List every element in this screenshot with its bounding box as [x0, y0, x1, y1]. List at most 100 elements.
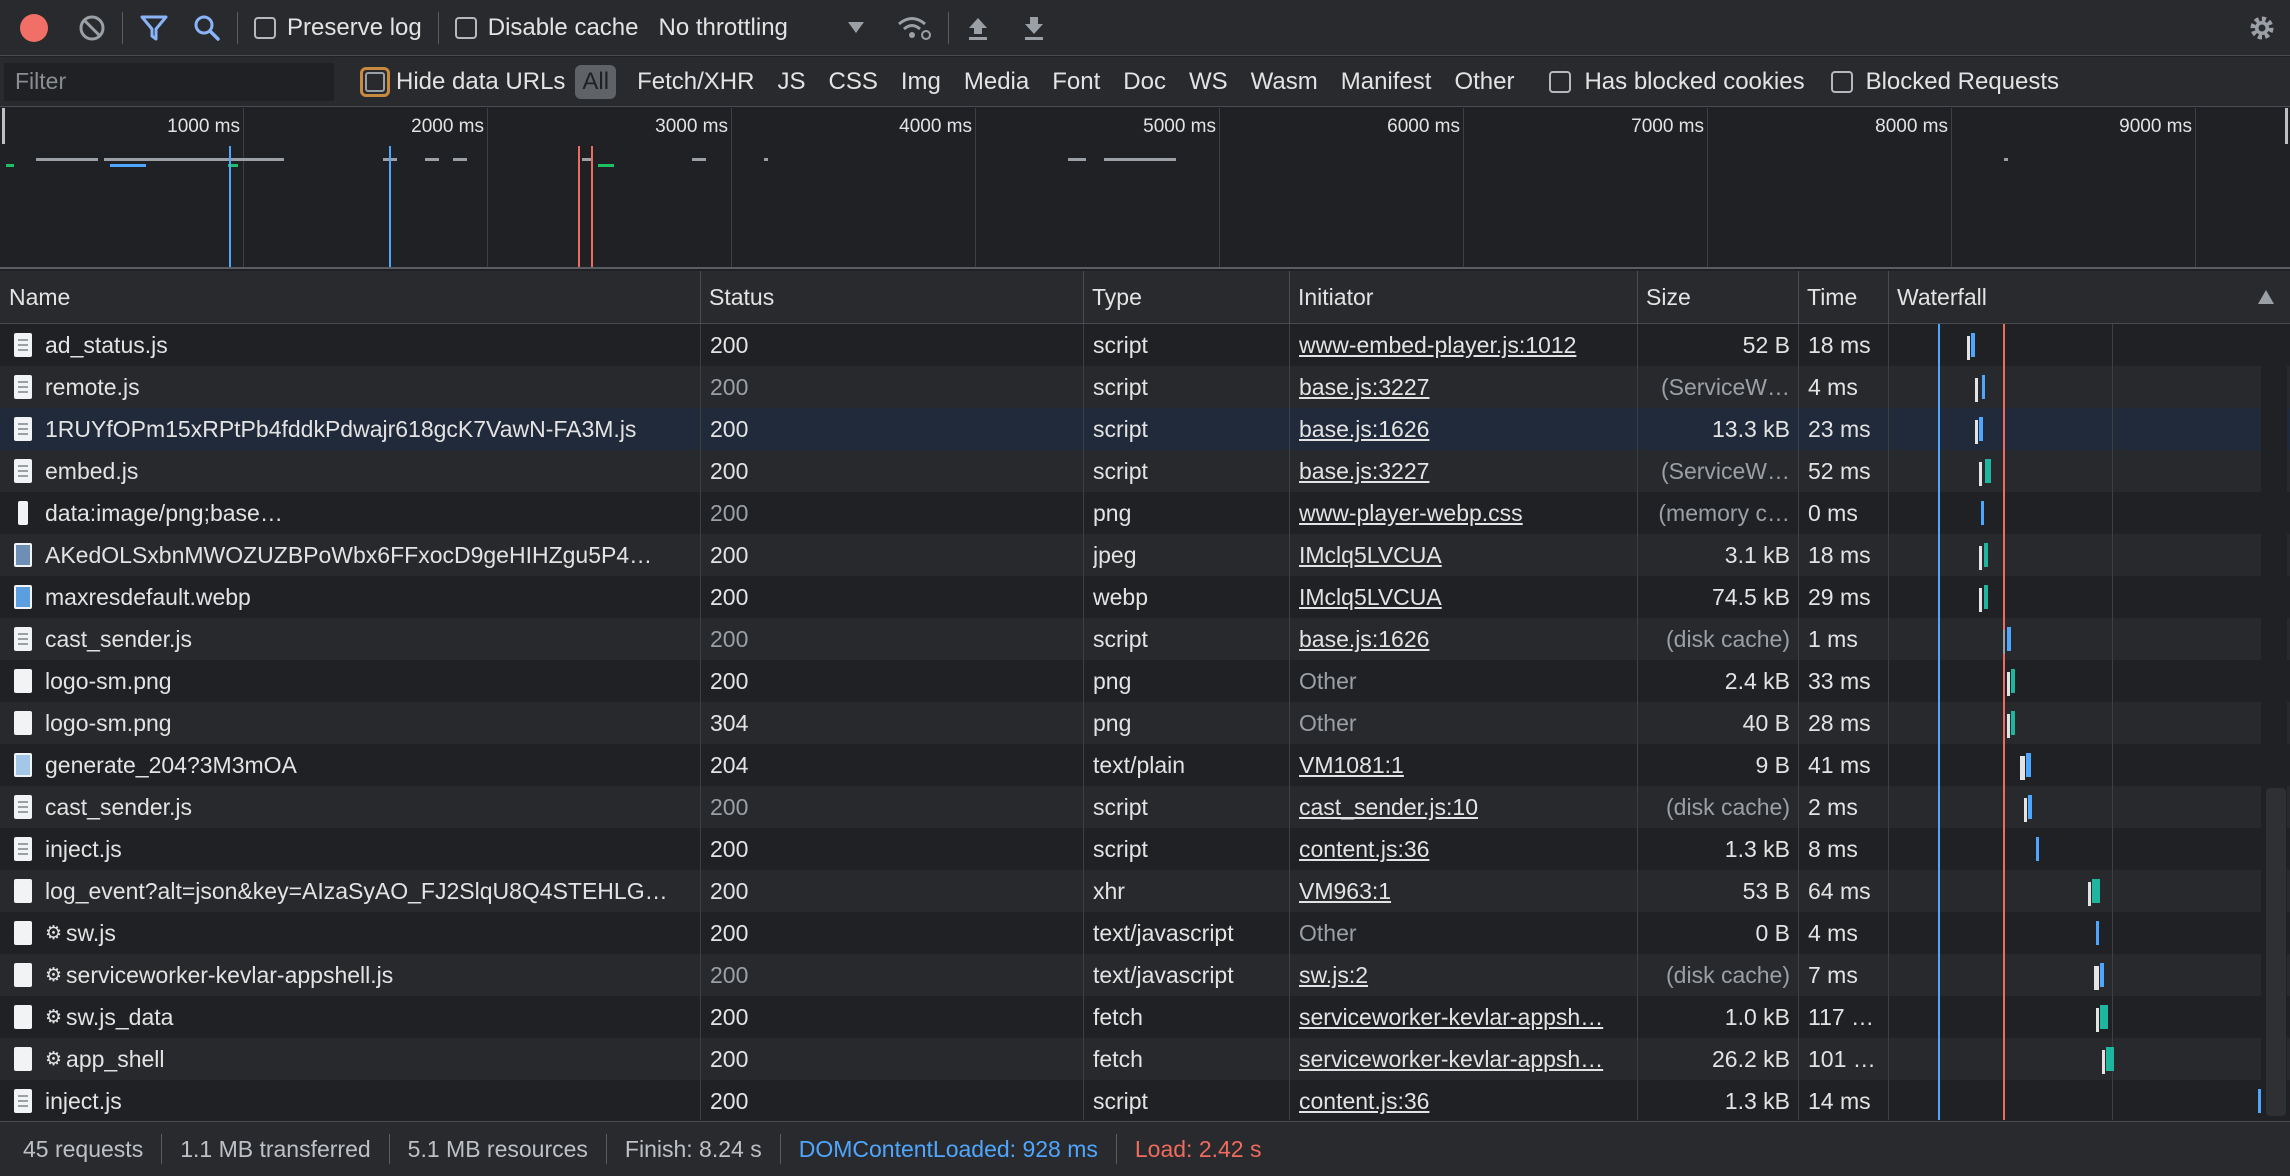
table-row[interactable]: maxresdefault.webp 200 webp IMclq5LVCUA … [0, 576, 2290, 618]
column-divider [1888, 324, 1889, 1120]
initiator-link[interactable]: www-embed-player.js:1012 [1299, 332, 1576, 359]
table-row[interactable]: AKedOLSxbnMWOZUZBPoWbx6FFxocD9geHIHZgu5P… [0, 534, 2290, 576]
table-row[interactable]: 1RUYfOPm15xRPtPb4fddkPdwajr618gcK7VawN-F… [0, 408, 2290, 450]
toolbar-divider [122, 11, 123, 44]
table-row[interactable]: cast_sender.js 200 script cast_sender.js… [0, 786, 2290, 828]
filter-icon[interactable] [139, 8, 169, 48]
type-filter-css[interactable]: CSS [821, 65, 884, 99]
initiator-link[interactable]: IMclq5LVCUA [1299, 584, 1442, 611]
overview-load-line [591, 146, 593, 267]
overview-range-handle[interactable] [2, 108, 5, 144]
filter-input[interactable] [4, 62, 334, 101]
record-icon[interactable] [20, 13, 48, 42]
gear-icon[interactable] [2246, 12, 2278, 49]
image-file-icon [14, 711, 32, 735]
transferred-size: 1.1 MB transferred [162, 1134, 390, 1164]
waterfall-dcl-line [1938, 324, 1940, 1120]
type-filter-wasm[interactable]: Wasm [1244, 65, 1325, 99]
request-name-cell: data:image/png;base… [14, 492, 690, 534]
request-type: text/javascript [1093, 961, 1234, 988]
initiator-link[interactable]: sw.js:2 [1299, 962, 1368, 989]
waterfall-bar [2096, 1008, 2099, 1032]
type-filter-img[interactable]: Img [894, 65, 948, 99]
table-row[interactable]: ⚙ sw.js 200 text/javascript Other 0 B 4 m… [0, 912, 2290, 954]
request-name: maxresdefault.webp [45, 583, 251, 610]
blocked-requests-checkbox[interactable]: Blocked Requests [1830, 68, 2059, 96]
disable-cache-box[interactable] [454, 16, 477, 39]
request-time: 41 ms [1808, 751, 1871, 778]
type-filter-all[interactable]: All [575, 64, 617, 99]
initiator-link[interactable]: base.js:3227 [1299, 458, 1429, 485]
timeline-overview[interactable]: 1000 ms 2000 ms 3000 ms 4000 ms 5000 ms … [0, 108, 2290, 269]
preserve-log-checkbox[interactable]: Preserve log [254, 14, 422, 42]
initiator-link[interactable]: content.js:36 [1299, 1088, 1429, 1115]
initiator-link[interactable]: www-player-webp.css [1299, 500, 1523, 527]
search-icon[interactable] [193, 8, 221, 48]
table-row[interactable]: ⚙ sw.js_data 200 fetch serviceworker-kevl… [0, 996, 2290, 1038]
table-row[interactable]: log_event?alt=json&key=AIzaSyAO_FJ2SlqU8… [0, 870, 2290, 912]
service-worker-gear-icon: ⚙ [45, 1006, 63, 1028]
column-header-name[interactable]: Name [0, 271, 700, 324]
table-row[interactable]: inject.js 200 script content.js:36 1.3 k… [0, 828, 2290, 870]
blocked-requests-box[interactable] [1830, 70, 1853, 93]
wifi-settings-icon[interactable] [896, 8, 932, 48]
download-icon[interactable] [1021, 8, 1047, 48]
column-header-size[interactable]: Size [1637, 271, 1798, 324]
overview-range-handle[interactable] [2285, 108, 2288, 144]
initiator-link[interactable]: base.js:1626 [1299, 626, 1429, 653]
initiator-link[interactable]: base.js:1626 [1299, 416, 1429, 443]
initiator-link[interactable]: serviceworker-kevlar-appsh… [1299, 1046, 1603, 1073]
table-row[interactable]: embed.js 200 script base.js:3227 (Servic… [0, 450, 2290, 492]
initiator-link[interactable]: content.js:36 [1299, 836, 1429, 863]
has-blocked-cookies-checkbox[interactable]: Has blocked cookies [1549, 68, 1805, 96]
table-row[interactable]: logo-sm.png 304 png Other 40 B 28 ms [0, 702, 2290, 744]
table-row[interactable]: remote.js 200 script base.js:3227 (Servi… [0, 366, 2290, 408]
hide-data-urls-box[interactable] [360, 66, 390, 97]
script-file-icon [14, 837, 32, 861]
request-time: 101 … [1808, 1045, 1876, 1072]
initiator-link[interactable]: cast_sender.js:10 [1299, 794, 1478, 821]
upload-icon[interactable] [965, 8, 991, 48]
type-filter-other[interactable]: Other [1447, 65, 1521, 99]
column-header-waterfall[interactable]: Waterfall [1888, 271, 2288, 324]
type-filter-font[interactable]: Font [1045, 65, 1107, 99]
type-filter-ws[interactable]: WS [1182, 65, 1235, 99]
column-header-initiator[interactable]: Initiator [1289, 271, 1637, 324]
table-row[interactable]: ad_status.js 200 script www-embed-player… [0, 324, 2290, 366]
table-row[interactable]: data:image/png;base… 200 png www-player-… [0, 492, 2290, 534]
table-row[interactable]: cast_sender.js 200 script base.js:1626 (… [0, 618, 2290, 660]
initiator-link[interactable]: VM1081:1 [1299, 752, 1404, 779]
initiator-link[interactable]: VM963:1 [1299, 878, 1391, 905]
has-blocked-cookies-box[interactable] [1549, 70, 1572, 93]
request-table: ad_status.js 200 script www-embed-player… [0, 324, 2290, 1120]
table-row[interactable]: ⚙ serviceworker-kevlar-appshell.js 200 te… [0, 954, 2290, 996]
initiator-link[interactable]: serviceworker-kevlar-appsh… [1299, 1004, 1603, 1031]
request-size: 53 B [1742, 877, 1790, 904]
table-row[interactable]: generate_204?3M3mOA 204 text/plain VM108… [0, 744, 2290, 786]
column-header-type[interactable]: Type [1083, 271, 1289, 324]
file-icon [14, 921, 32, 945]
request-time: 64 ms [1808, 877, 1871, 904]
type-filter-js[interactable]: JS [770, 65, 812, 99]
throttling-select[interactable]: No throttling [658, 14, 864, 42]
table-row[interactable]: ⚙ app_shell 200 fetch serviceworker-kevla… [0, 1038, 2290, 1080]
request-time: 18 ms [1808, 541, 1871, 568]
disable-cache-checkbox[interactable]: Disable cache [454, 14, 638, 42]
column-header-status[interactable]: Status [700, 271, 1083, 324]
hide-data-urls-checkbox[interactable]: Hide data URLs [360, 66, 565, 97]
initiator-link[interactable]: IMclq5LVCUA [1299, 542, 1442, 569]
initiator-link[interactable]: base.js:3227 [1299, 374, 1429, 401]
type-filter-doc[interactable]: Doc [1116, 65, 1173, 99]
scrollbar-thumb[interactable] [2266, 788, 2286, 1116]
clear-icon[interactable] [78, 8, 106, 48]
request-name: embed.js [45, 457, 139, 484]
type-filter-manifest[interactable]: Manifest [1334, 65, 1439, 99]
column-header-time[interactable]: Time [1798, 271, 1888, 324]
table-row[interactable]: inject.js 200 script content.js:36 1.3 k… [0, 1080, 2290, 1120]
table-row[interactable]: logo-sm.png 200 png Other 2.4 kB 33 ms [0, 660, 2290, 702]
preserve-log-box[interactable] [254, 16, 276, 39]
type-filter-media[interactable]: Media [957, 65, 1036, 99]
sort-ascending-icon[interactable] [2258, 290, 2274, 304]
request-size: (disk cache) [1666, 625, 1790, 652]
type-filter-fetch-xhr[interactable]: Fetch/XHR [630, 65, 761, 99]
